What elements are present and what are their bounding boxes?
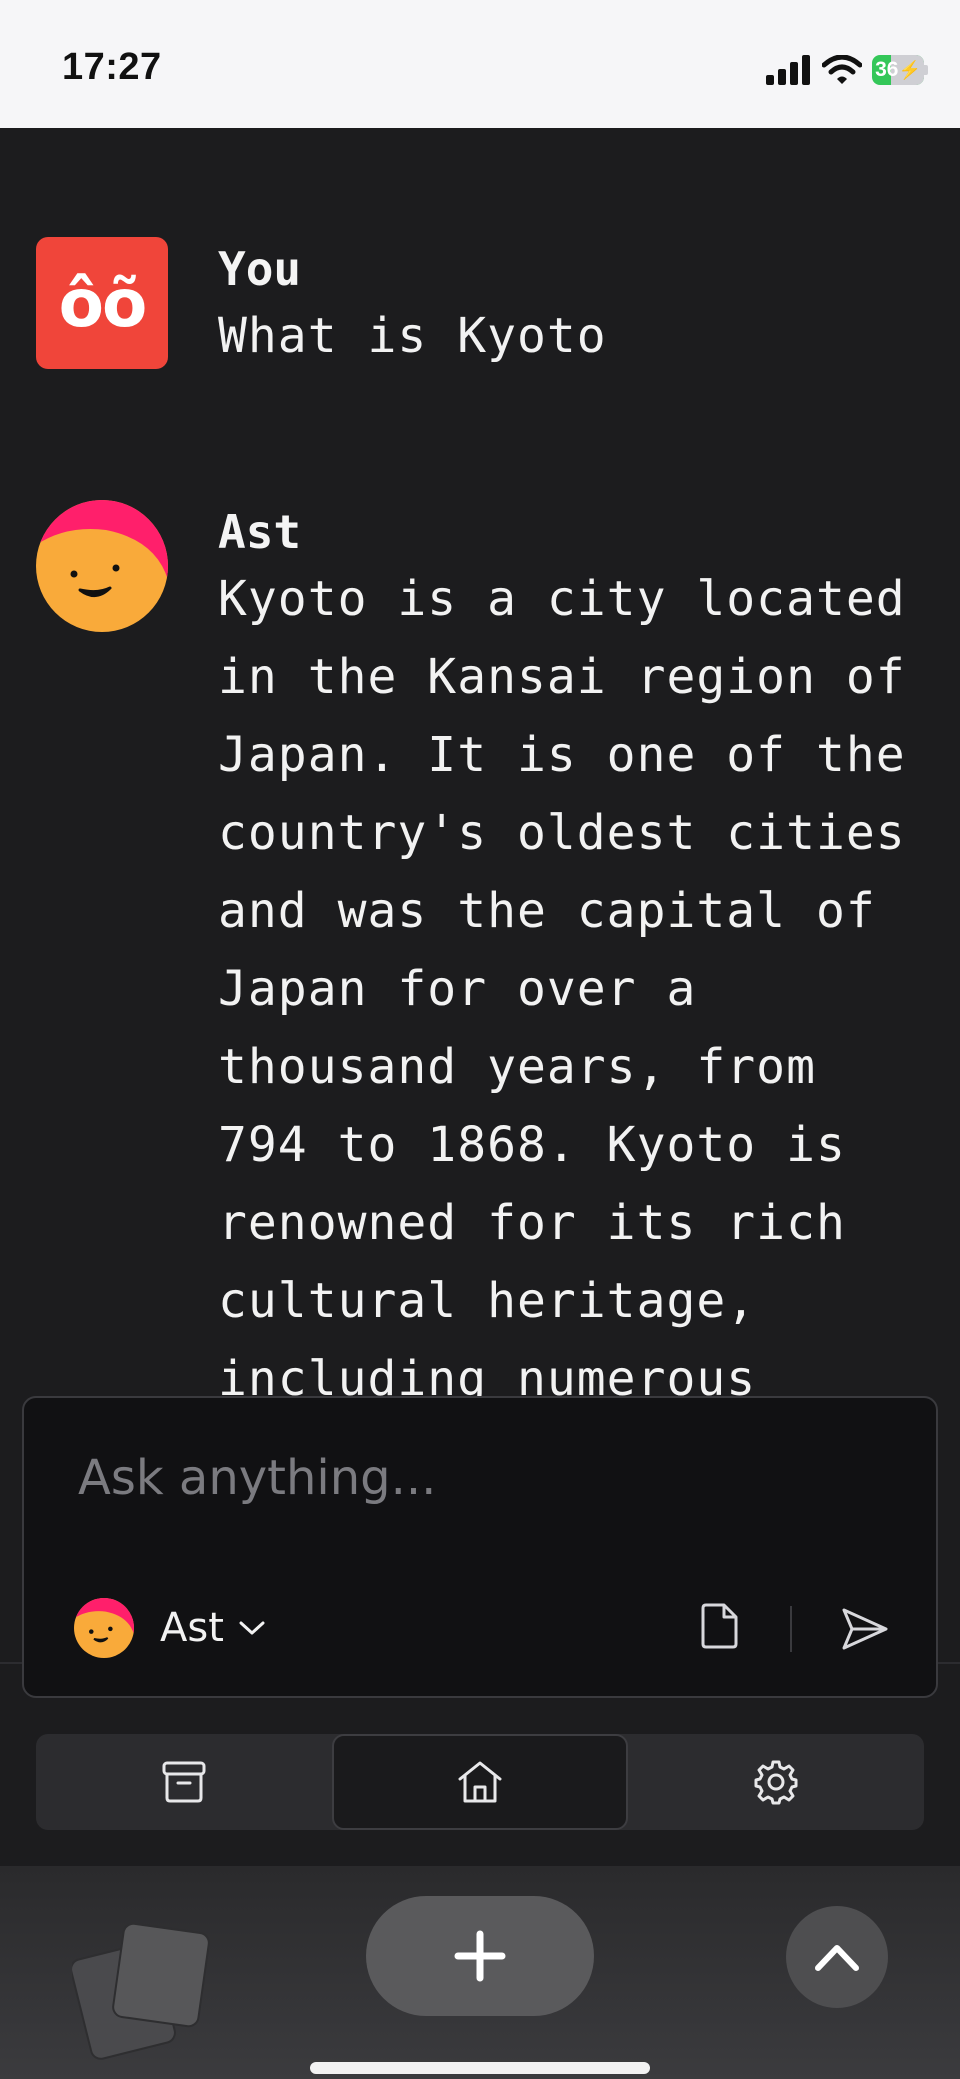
nav-home[interactable]	[332, 1734, 628, 1830]
chevron-up-icon	[815, 1945, 859, 1971]
message-line: and was the capital of	[218, 883, 876, 939]
nav-segmented-control	[36, 1734, 924, 1830]
user-avatar: ôõ	[36, 237, 168, 369]
new-tab-button[interactable]	[366, 1896, 594, 2016]
message-line: including numerous	[218, 1351, 757, 1398]
model-selector[interactable]: Ast	[74, 1598, 266, 1658]
message-line: thousand years, from	[218, 1039, 816, 1095]
plus-icon	[454, 1930, 506, 1982]
home-icon	[458, 1761, 502, 1803]
assistant-message: Ast Kyoto is a city located in the Kansa…	[36, 500, 936, 1398]
composer-divider	[790, 1606, 792, 1652]
battery-icon: 36⚡	[872, 55, 928, 85]
home-indicator[interactable]	[310, 2062, 650, 2074]
message-line: country's oldest cities	[218, 805, 906, 861]
battery-level: 36	[875, 58, 899, 81]
message-text: What is Kyoto	[218, 308, 607, 364]
message-line: cultural heritage,	[218, 1273, 757, 1329]
message-line: Japan. It is one of the	[218, 727, 906, 783]
tabs-icon[interactable]	[72, 1922, 212, 2062]
message-line: 794 to 1868. Kyoto is	[218, 1117, 846, 1173]
nav-settings[interactable]	[628, 1734, 924, 1830]
smiley-avatar-icon	[36, 500, 168, 632]
signal-icon	[766, 55, 810, 85]
send-icon[interactable]	[840, 1604, 890, 1654]
chat-thread[interactable]: ôõ You What is Kyoto Ast Kyoto is a city…	[0, 128, 960, 1398]
message-input[interactable]: Ask anything...	[78, 1450, 436, 1506]
bottom-nav	[0, 1698, 960, 1868]
charging-bolt-icon: ⚡	[898, 60, 921, 80]
nav-archive[interactable]	[36, 1734, 332, 1830]
message-author: You	[218, 242, 302, 296]
status-icons: 36⚡	[766, 52, 928, 88]
wifi-icon	[822, 55, 862, 84]
composer[interactable]: Ask anything... Ast	[22, 1396, 938, 1698]
message-line: Japan for over a	[218, 961, 697, 1017]
chevron-down-icon[interactable]	[238, 1619, 266, 1637]
archive-icon	[162, 1761, 206, 1803]
browser-toolbar	[0, 1866, 960, 2079]
smiley-avatar-icon	[74, 1598, 134, 1658]
model-name[interactable]: Ast	[160, 1605, 224, 1651]
message-author: Ast	[218, 505, 302, 559]
file-icon[interactable]	[700, 1602, 740, 1650]
status-time: 17:27	[62, 46, 162, 88]
user-message: ôõ You What is Kyoto	[36, 237, 936, 377]
message-line: renowned for its rich	[218, 1195, 846, 1251]
user-avatar-initials: ôõ	[58, 264, 148, 342]
status-bar: 17:27 36⚡	[0, 0, 960, 128]
message-line: Kyoto is a city located	[218, 571, 906, 627]
scroll-up-button[interactable]	[786, 1906, 888, 2008]
gear-icon	[754, 1760, 798, 1805]
message-line: in the Kansai region of	[218, 649, 906, 705]
message-text: Kyoto is a city located in the Kansai re…	[218, 560, 918, 1398]
